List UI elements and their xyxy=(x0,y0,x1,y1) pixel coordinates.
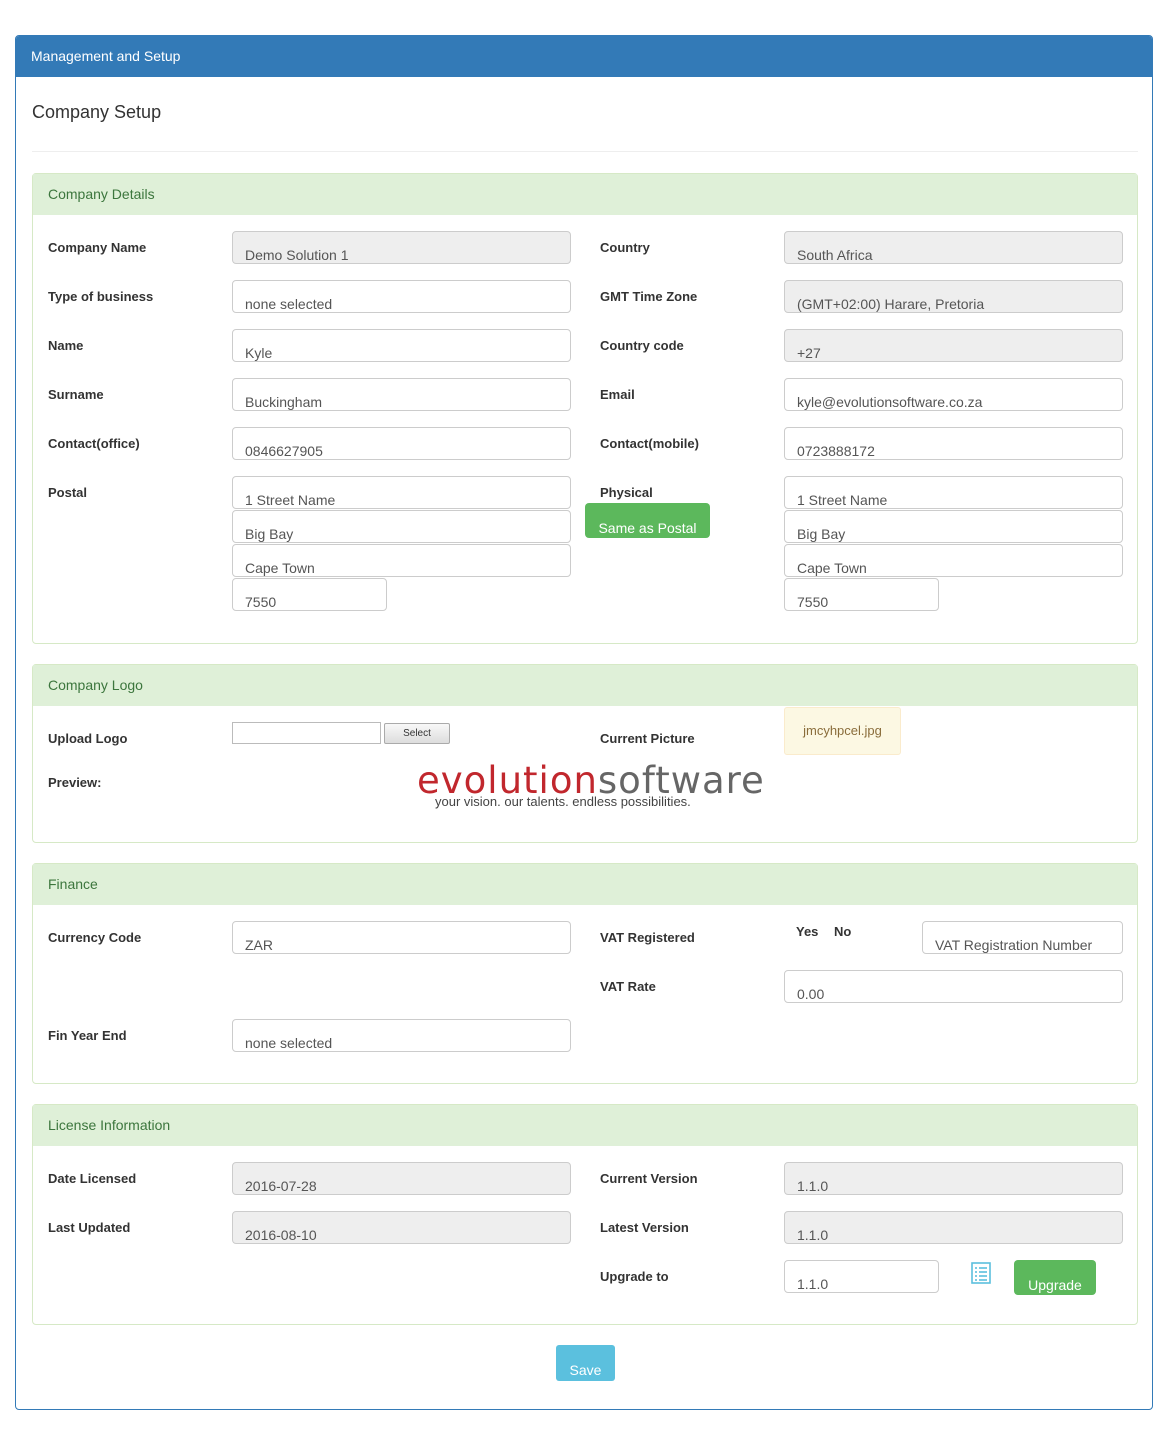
gmt-time-zone-label: GMT Time Zone xyxy=(600,289,698,304)
country-label: Country xyxy=(600,240,650,255)
type-of-business-label: Type of business xyxy=(48,289,154,304)
list-icon[interactable] xyxy=(971,1262,991,1284)
physical-code-input[interactable]: 7550 xyxy=(784,578,939,611)
postal-line3-input[interactable]: Cape Town xyxy=(232,544,571,577)
contact-mobile-label: Contact(mobile) xyxy=(600,436,699,451)
country-input[interactable]: South Africa xyxy=(784,231,1123,264)
license-section: License Information Date Licensed 2016-0… xyxy=(32,1104,1138,1325)
surname-label: Surname xyxy=(48,387,104,402)
contact-office-input[interactable]: 0846627905 xyxy=(232,427,571,460)
surname-input[interactable]: Buckingham xyxy=(232,378,571,411)
section-heading: Company Logo xyxy=(33,665,1137,706)
section-heading: Company Details xyxy=(33,174,1137,215)
country-code-label: Country code xyxy=(600,338,684,353)
same-as-postal-button[interactable]: Same as Postal xyxy=(585,503,710,538)
postal-code-input[interactable]: 7550 xyxy=(232,578,387,611)
currency-code-input[interactable]: ZAR xyxy=(232,921,571,954)
page-title: Company Setup xyxy=(32,102,162,122)
title-divider xyxy=(32,151,1138,152)
gmt-time-zone-input[interactable]: (GMT+02:00) Harare, Pretoria xyxy=(784,280,1123,313)
preview-label: Preview: xyxy=(48,775,102,790)
vat-yes-option[interactable]: Yes xyxy=(796,924,818,939)
fin-year-end-select[interactable]: none selected xyxy=(232,1019,571,1052)
contact-mobile-input[interactable]: 0723888172 xyxy=(784,427,1123,460)
upgrade-to-input[interactable]: 1.1.0 xyxy=(784,1260,939,1293)
vat-registered-label: VAT Registered xyxy=(600,930,695,945)
date-licensed-label: Date Licensed xyxy=(48,1171,137,1186)
postal-label: Postal xyxy=(48,485,88,500)
name-label: Name xyxy=(48,338,84,353)
save-button[interactable]: Save xyxy=(556,1345,615,1381)
physical-line1-input[interactable]: 1 Street Name xyxy=(784,476,1123,509)
company-name-label: Company Name xyxy=(48,240,147,255)
logo-tagline: your vision. our talents. endless possib… xyxy=(435,794,691,809)
company-details-section: Company Details Company Name Demo Soluti… xyxy=(32,173,1138,644)
upgrade-button[interactable]: Upgrade xyxy=(1014,1260,1096,1295)
postal-line2-input[interactable]: Big Bay xyxy=(232,510,571,543)
current-version-label: Current Version xyxy=(600,1171,698,1186)
current-picture-label: Current Picture xyxy=(600,731,695,746)
email-label: Email xyxy=(600,387,635,402)
last-updated-label: Last Updated xyxy=(48,1220,131,1235)
vat-no-option[interactable]: No xyxy=(834,924,851,939)
contact-office-label: Contact(office) xyxy=(48,436,140,451)
management-panel: Management and Setup Company Setup Compa… xyxy=(15,35,1153,1410)
name-input[interactable]: Kyle xyxy=(232,329,571,362)
file-path-field[interactable] xyxy=(232,722,381,744)
vat-rate-input[interactable]: 0.00 xyxy=(784,970,1123,1003)
physical-line3-input[interactable]: Cape Town xyxy=(784,544,1123,577)
panel-heading: Management and Setup xyxy=(16,36,1152,77)
latest-version-input[interactable]: 1.1.0 xyxy=(784,1211,1123,1244)
postal-line1-input[interactable]: 1 Street Name xyxy=(232,476,571,509)
date-licensed-input[interactable]: 2016-07-28 xyxy=(232,1162,571,1195)
fin-year-end-label: Fin Year End xyxy=(48,1028,127,1043)
finance-section: Finance Currency Code ZAR VAT Registered… xyxy=(32,863,1138,1084)
vat-rate-label: VAT Rate xyxy=(600,979,656,994)
current-version-input[interactable]: 1.1.0 xyxy=(784,1162,1123,1195)
currency-code-label: Currency Code xyxy=(48,930,142,945)
company-name-input[interactable]: Demo Solution 1 xyxy=(232,231,571,264)
latest-version-label: Latest Version xyxy=(600,1220,689,1235)
physical-line2-input[interactable]: Big Bay xyxy=(784,510,1123,543)
company-logo-section: Company Logo Upload Logo Select Current … xyxy=(32,664,1138,843)
section-heading: Finance xyxy=(33,864,1137,905)
section-heading: License Information xyxy=(33,1105,1137,1146)
current-picture-filename: jmcyhpcel.jpg xyxy=(784,707,901,755)
last-updated-input[interactable]: 2016-08-10 xyxy=(232,1211,571,1244)
vat-registration-number-input[interactable]: VAT Registration Number xyxy=(922,921,1123,954)
upload-logo-label: Upload Logo xyxy=(48,731,128,746)
email-input[interactable]: kyle@evolutionsoftware.co.za xyxy=(784,378,1123,411)
select-file-button[interactable]: Select xyxy=(384,723,450,744)
country-code-input[interactable]: +27 xyxy=(784,329,1123,362)
type-of-business-select[interactable]: none selected xyxy=(232,280,571,313)
upgrade-to-label: Upgrade to xyxy=(600,1269,669,1284)
physical-label: Physical xyxy=(600,485,653,500)
